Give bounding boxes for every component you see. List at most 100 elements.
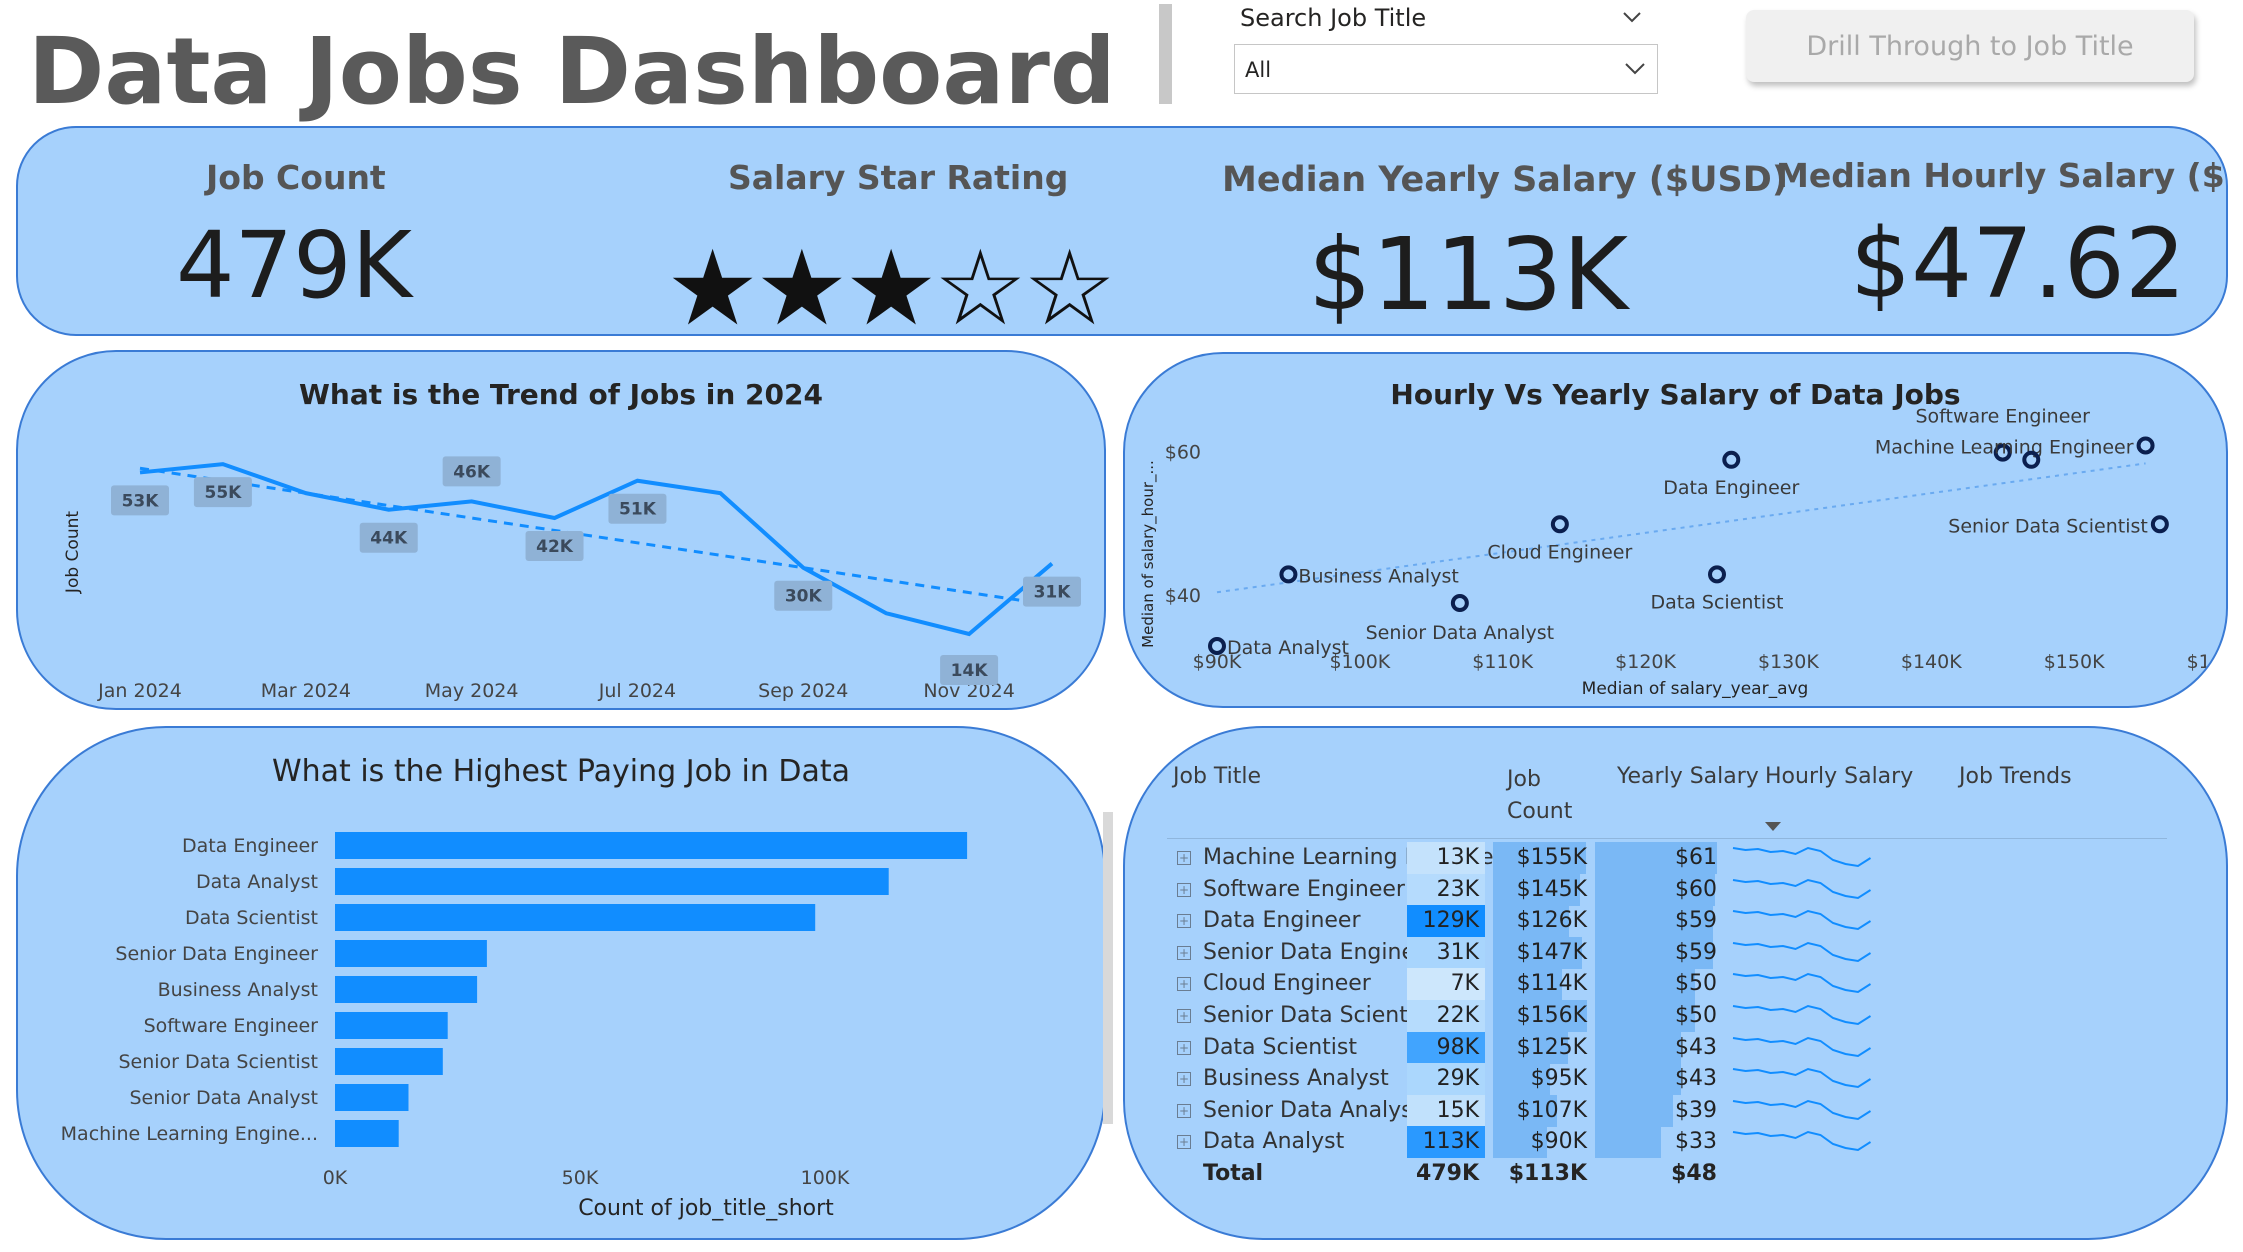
scatter-chart-svg: Median of salary_hour_... Median of salar…: [1139, 406, 2228, 699]
job-trend-chart[interactable]: What is the Trend of Jobs in 2024 Job Co…: [16, 350, 1106, 710]
col-header-job-trends[interactable]: Job Trends: [1959, 764, 2072, 789]
bar-category-label: Machine Learning Engine...: [61, 1123, 318, 1145]
sort-desc-icon[interactable]: [1765, 822, 1781, 832]
bar-category-label: Software Engineer: [144, 1015, 319, 1037]
drill-through-button[interactable]: Drill Through to Job Title: [1746, 10, 2194, 82]
data-label-text: 55K: [204, 483, 242, 503]
bar[interactable]: [335, 1084, 409, 1111]
bar-category-label: Data Engineer: [182, 835, 318, 857]
expand-icon[interactable]: +: [1177, 1040, 1191, 1055]
table-row[interactable]: + Senior Data Engineer 31K $147K $59: [1167, 936, 2167, 969]
job-count-series-line: [139, 462, 1054, 637]
table-row[interactable]: + Senior Data Analyst 15K $107K $39: [1167, 1094, 2167, 1127]
cell-yearly-salary: $147K: [1516, 939, 1587, 965]
bar[interactable]: [335, 904, 816, 931]
bar[interactable]: [335, 1120, 399, 1147]
cell-yearly-salary: $126K: [1516, 908, 1587, 934]
col-header-yearly-salary[interactable]: Yearly Salary: [1617, 764, 1759, 789]
bar-chart-svg: Data Engineer Data Analyst Data Scientist S…: [61, 832, 968, 1221]
scatter-point[interactable]: [1279, 565, 1298, 584]
expand-icon[interactable]: +: [1177, 851, 1191, 865]
x-tick-label: $160K: [2187, 651, 2228, 673]
cell-job-title: Cloud Engineer: [1203, 971, 1371, 997]
job-trend-sparkline: [1732, 846, 1872, 868]
y-axis-label: Median of salary_hour_...: [1139, 460, 1158, 648]
y-tick-label: $60: [1165, 442, 1201, 464]
scatter-point[interactable]: [1708, 565, 1726, 584]
col-header-job-count[interactable]: Job Count: [1507, 764, 1587, 828]
table-row[interactable]: + Data Analyst 113K $90K $33: [1167, 1126, 2167, 1159]
expand-icon[interactable]: +: [1177, 1072, 1191, 1087]
expand-icon[interactable]: +: [1177, 945, 1191, 960]
data-label: 14K: [940, 655, 999, 685]
cell-yearly-salary: $145K: [1516, 876, 1587, 902]
cell-hourly-salary: $50: [1675, 971, 1717, 997]
slicer-dropdown[interactable]: All: [1234, 44, 1658, 94]
median-yearly-value: $113K: [1308, 216, 1629, 333]
data-label-text: 31K: [1034, 583, 1072, 603]
data-label: 46K: [442, 456, 501, 487]
bar[interactable]: [335, 832, 968, 859]
job-trend-sparkline: [1732, 1131, 1872, 1152]
bar[interactable]: [335, 1048, 443, 1075]
salary-star-rating: ★★★☆☆: [666, 227, 1116, 336]
table-row[interactable]: + Software Engineer 23K $145K $60: [1167, 873, 2167, 906]
median-hourly-value: $47.62: [1850, 208, 2186, 320]
expand-icon[interactable]: +: [1177, 1135, 1191, 1150]
bar-category-label: Data Scientist: [185, 907, 318, 929]
scatter-point[interactable]: [1722, 450, 1741, 469]
job-title-table: Job Title Job Count Yearly Salary Hourly…: [1123, 726, 2228, 1240]
job-trend-sparkline: [1732, 910, 1872, 931]
cell-job-title: Senior Data Analyst: [1203, 1097, 1422, 1123]
median-hourly-title: Median Hourly Salary ($USD): [1776, 156, 2226, 195]
bar[interactable]: [335, 1012, 448, 1039]
cell-yearly-salary: $95K: [1530, 1066, 1587, 1092]
cell-yearly-salary: $155K: [1516, 845, 1587, 870]
cell-job-count: 129K: [1407, 905, 1485, 938]
scatter-point[interactable]: [1450, 594, 1469, 613]
highest-paying-bar-chart[interactable]: What is the Highest Paying Job in Data D…: [16, 726, 1106, 1240]
table-row[interactable]: + Data Engineer 129K $126K $59: [1167, 905, 2167, 938]
total-label: Total: [1203, 1161, 1264, 1186]
table-row[interactable]: + Cloud Engineer 7K $114K $50: [1167, 968, 2167, 1001]
col-header-hourly-salary[interactable]: Hourly Salary: [1765, 764, 1913, 789]
scatter-point[interactable]: [1550, 515, 1569, 534]
trend-chart-svg: Job Count Jan 2024 Mar 2024 May 2024 Jul 202…: [63, 456, 1081, 702]
data-label-text: 14K: [951, 661, 989, 681]
bar-category-label: Business Analyst: [158, 979, 318, 1001]
cell-yearly-salary: $156K: [1516, 1003, 1587, 1028]
page-title: Data Jobs Dashboard: [28, 18, 1116, 125]
bar[interactable]: [335, 976, 478, 1003]
cell-job-count: 15K: [1407, 1094, 1485, 1127]
expand-icon[interactable]: +: [1177, 977, 1191, 992]
expand-icon[interactable]: +: [1177, 1009, 1191, 1023]
bar[interactable]: [335, 868, 889, 895]
bar[interactable]: [335, 940, 487, 967]
chevron-down-icon[interactable]: [1621, 6, 1643, 28]
x-tick-label: $140K: [1901, 651, 1962, 673]
table-row[interactable]: + Business Analyst 29K $95K $43: [1167, 1063, 2167, 1096]
expand-icon[interactable]: +: [1177, 914, 1191, 929]
data-label-text: 30K: [785, 587, 823, 607]
cell-job-count: 31K: [1407, 936, 1485, 969]
point-label: Business Analyst: [1298, 565, 1458, 587]
data-label: 30K: [774, 580, 833, 611]
expand-icon[interactable]: +: [1177, 1103, 1191, 1118]
table-row[interactable]: + Data Scientist 98K $125K $43: [1167, 1031, 2167, 1064]
job-trend-sparkline: [1732, 973, 1872, 994]
salary-scatter-chart[interactable]: Hourly Vs Yearly Salary of Data Jobs Med…: [1123, 352, 2228, 708]
table-row[interactable]: + Machine Learning Engineer 13K $155K $61: [1167, 842, 2167, 874]
cell-job-count: 7K: [1407, 968, 1485, 1001]
col-header-job-title[interactable]: Job Title: [1173, 764, 1261, 789]
total-hourly-salary: $48: [1671, 1161, 1717, 1186]
job-trend-sparkline: [1732, 1036, 1872, 1057]
x-tick-label: 50K: [562, 1167, 599, 1189]
data-label: 53K: [111, 485, 169, 516]
table-row[interactable]: + Senior Data Scientist 22K $156K $50: [1167, 1000, 2167, 1032]
scrollbar[interactable]: [1103, 812, 1113, 1124]
expand-icon[interactable]: +: [1177, 882, 1191, 897]
scatter-point[interactable]: [2150, 515, 2169, 534]
x-tick-label: Jan 2024: [97, 680, 182, 702]
scatter-point[interactable]: [2136, 436, 2155, 455]
cell-hourly-salary: $59: [1675, 908, 1717, 934]
